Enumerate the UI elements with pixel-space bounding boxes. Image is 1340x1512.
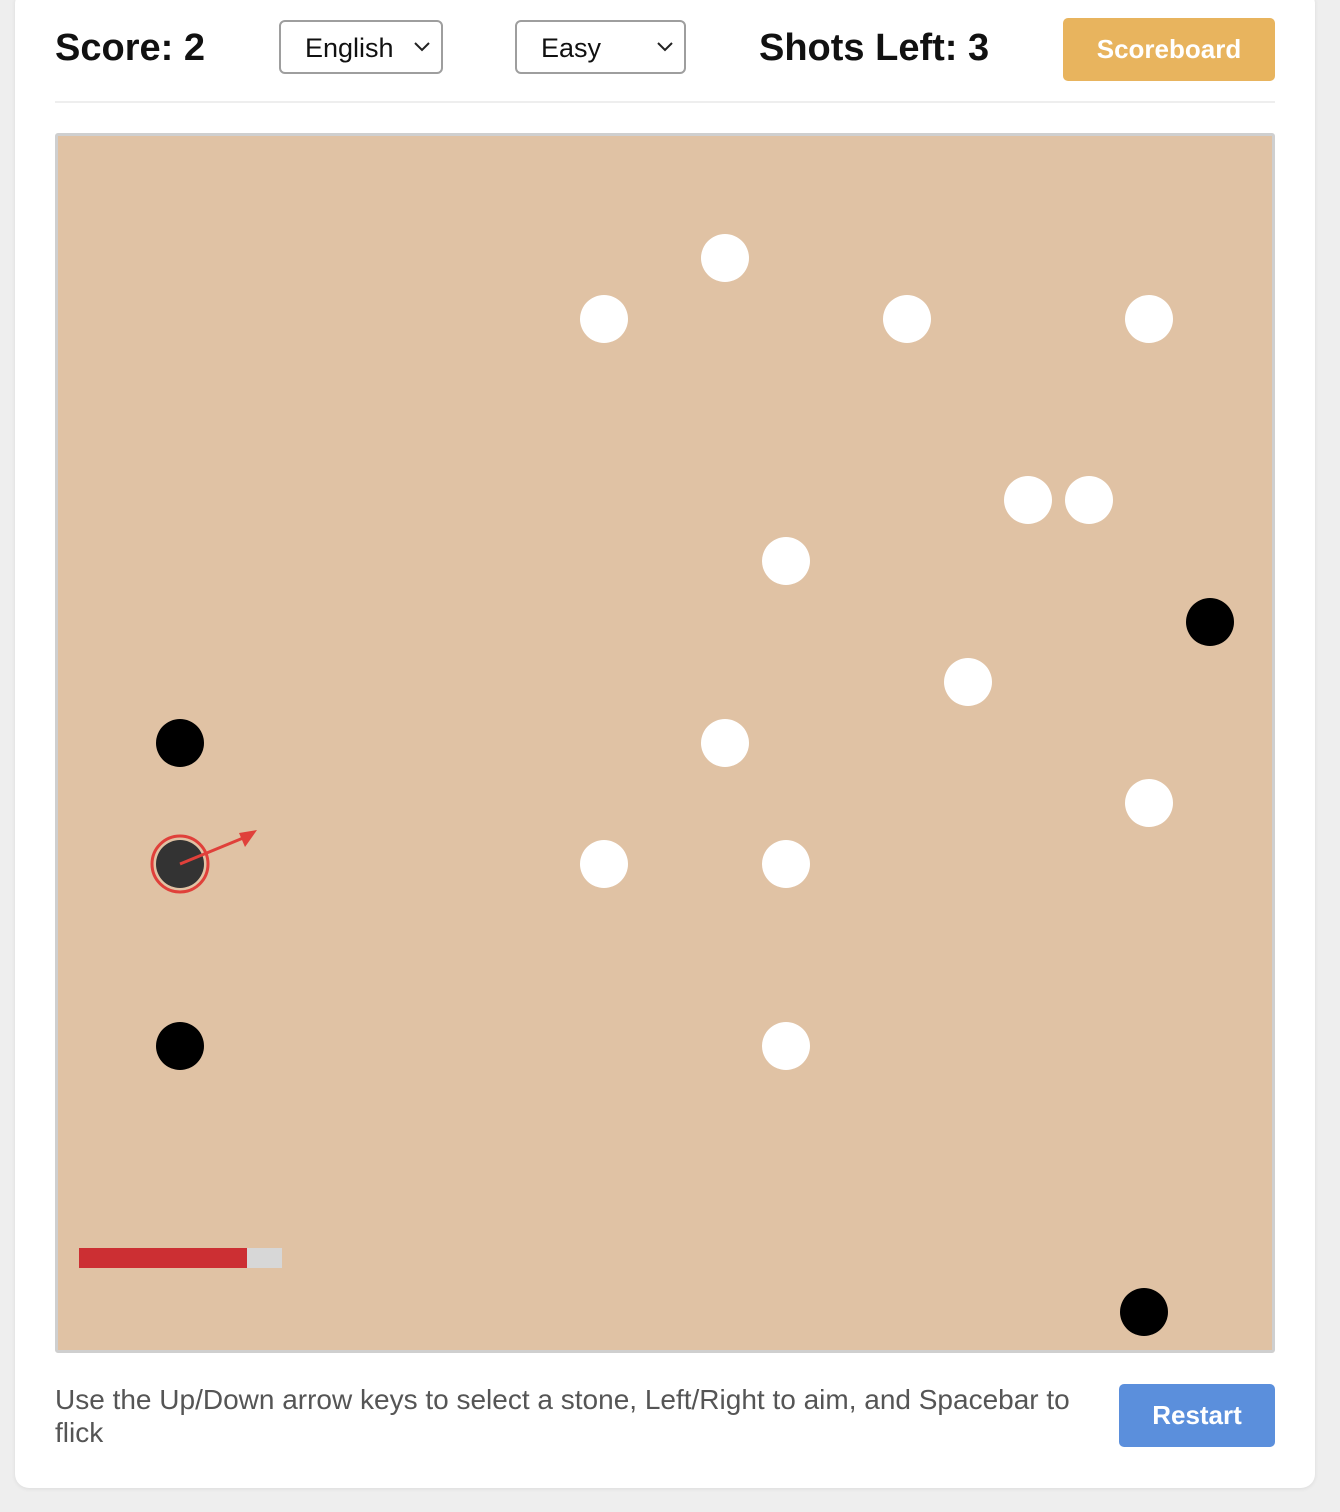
white-stone bbox=[580, 840, 628, 888]
white-stone bbox=[762, 537, 810, 585]
restart-button[interactable]: Restart bbox=[1119, 1384, 1275, 1447]
white-stone bbox=[883, 295, 931, 343]
difficulty-select[interactable]: Easy bbox=[515, 20, 686, 74]
header-divider bbox=[55, 101, 1275, 103]
white-stone bbox=[1125, 779, 1173, 827]
aim-arrow-head bbox=[239, 830, 257, 847]
scoreboard-button[interactable]: Scoreboard bbox=[1063, 18, 1275, 81]
power-bar-fill bbox=[79, 1248, 248, 1268]
language-select[interactable]: English bbox=[279, 20, 443, 74]
black-stone[interactable] bbox=[1186, 598, 1234, 646]
instructions-text: Use the Up/Down arrow keys to select a s… bbox=[55, 1384, 1070, 1448]
top-bar: Score: 2 English Easy Shots Left: 3 Scor… bbox=[55, 18, 1275, 82]
white-stone bbox=[580, 295, 628, 343]
white-stone bbox=[1065, 476, 1113, 524]
chevron-down-icon bbox=[414, 42, 430, 52]
white-stone bbox=[762, 1022, 810, 1070]
white-stone bbox=[944, 658, 992, 706]
board-canvas bbox=[150, 234, 1234, 1336]
game-board[interactable] bbox=[55, 133, 1275, 1353]
white-stone bbox=[1125, 295, 1173, 343]
shots-left-display: Shots Left: 3 bbox=[759, 27, 990, 69]
white-stone bbox=[1004, 476, 1052, 524]
white-stone bbox=[762, 840, 810, 888]
language-select-value: English bbox=[305, 33, 394, 63]
white-stone bbox=[701, 234, 749, 282]
white-stone bbox=[701, 719, 749, 767]
difficulty-select-value: Easy bbox=[541, 33, 602, 63]
black-stone[interactable] bbox=[1120, 1288, 1168, 1336]
power-bar bbox=[79, 1248, 282, 1268]
black-stone[interactable] bbox=[156, 719, 204, 767]
score-display: Score: 2 bbox=[55, 27, 205, 69]
chevron-down-icon bbox=[657, 42, 673, 52]
black-stone[interactable] bbox=[156, 1022, 204, 1070]
